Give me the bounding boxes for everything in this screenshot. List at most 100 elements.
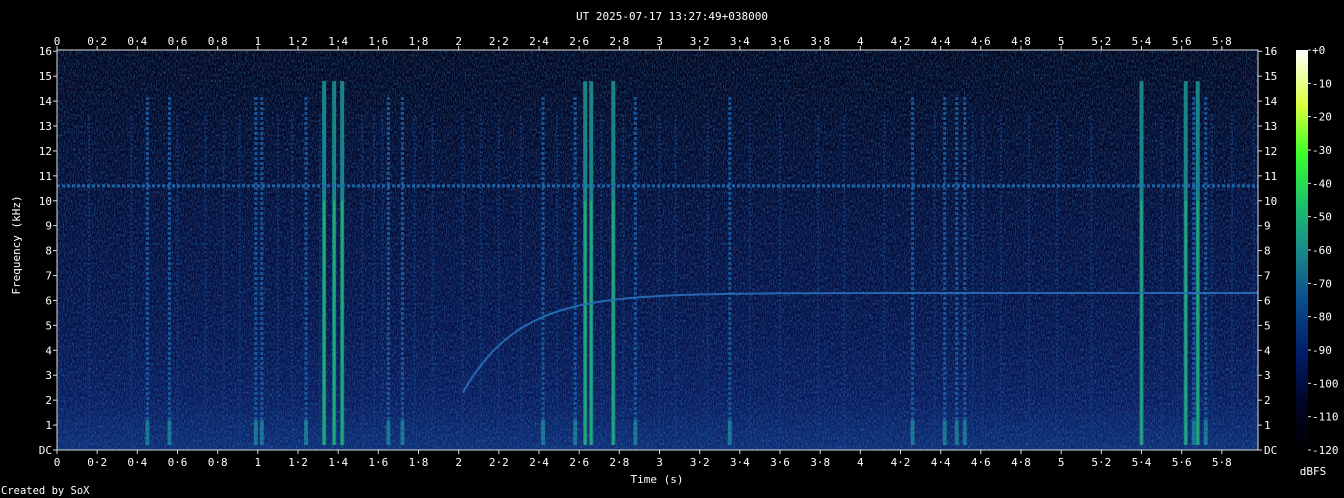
x-tick-label-bottom: 1·6: [368, 456, 388, 469]
colorbar-tick-label: -80: [1312, 311, 1332, 324]
colorbar-tick-label: -10: [1312, 77, 1332, 90]
x-tick-label-bottom: 4·8: [1011, 456, 1031, 469]
colorbar-tick-label: -70: [1312, 277, 1332, 290]
x-tick-label-bottom: 3·2: [690, 456, 710, 469]
colorbar: [1296, 50, 1308, 450]
colorbar-ticks: +0 -10 -20 -30 -40 -50 -60 -70 -80 -90 -100 -110 -12…: [1308, 44, 1339, 457]
y-tick-label-left: 12: [39, 145, 52, 158]
y-tick-label-right: 7: [1264, 270, 1271, 283]
x-tick-label-bottom: 2·6: [569, 456, 589, 469]
y-tick-label-right: DC: [1264, 444, 1277, 457]
x-tick-label-bottom: 0·8: [208, 456, 228, 469]
x-tick-label-bottom: 1·8: [409, 456, 429, 469]
x-tick-label-top: 1·8: [409, 35, 429, 48]
x-tick-label-top: 5·8: [1212, 35, 1232, 48]
x-tick-label-bottom: 5·8: [1212, 456, 1232, 469]
y-tick-label-left: 2: [45, 394, 52, 407]
y-tick-label-left: 3: [45, 369, 52, 382]
y-tick-label-left: 15: [39, 70, 52, 83]
x-tick-label-top: 4: [857, 35, 864, 48]
colorbar-tick-label: -120: [1312, 444, 1339, 457]
y-tick-label-left: 13: [39, 120, 52, 133]
y-tick-label-right: 10: [1264, 195, 1277, 208]
y-tick-label-right: 6: [1264, 294, 1271, 307]
x-tick-label-top: 4·6: [971, 35, 991, 48]
x-tick-label-top: 3·4: [730, 35, 750, 48]
x-tick-label-top: 3: [656, 35, 663, 48]
x-tick-label-bottom: 5: [1058, 456, 1065, 469]
y-tick-label-right: 9: [1264, 220, 1271, 233]
x-tick-label-bottom: 0: [54, 456, 61, 469]
x-tick-label-bottom: 5·2: [1091, 456, 1111, 469]
x-tick-label-bottom: 2·4: [529, 456, 549, 469]
colorbar-label: dBFS: [1300, 465, 1327, 478]
y-tick-label-left: 5: [45, 319, 52, 332]
y-axis-right: DC12345678910111213141516: [1258, 45, 1278, 457]
colorbar-tick-label: -40: [1312, 177, 1332, 190]
x-tick-label-top: 2·8: [609, 35, 629, 48]
y-tick-label-right: 8: [1264, 245, 1271, 258]
y-tick-label-left: 11: [39, 170, 52, 183]
y-axis-left: DC12345678910111213141516: [39, 45, 57, 457]
colorbar-tick-label: -110: [1312, 411, 1339, 424]
y-tick-label-right: 11: [1264, 170, 1277, 183]
y-tick-label-right: 4: [1264, 344, 1271, 357]
x-axis-label: Time (s): [631, 473, 684, 486]
colorbar-tick-label: +0: [1312, 44, 1325, 57]
x-tick-label-bottom: 2: [455, 456, 462, 469]
y-tick-label-right: 1: [1264, 419, 1271, 432]
y-tick-label-left: 1: [45, 419, 52, 432]
colorbar-tick-label: -50: [1312, 211, 1332, 224]
x-tick-label-bottom: 3·4: [730, 456, 750, 469]
x-tick-label-bottom: 0·4: [127, 456, 147, 469]
x-tick-label-bottom: 4·2: [891, 456, 911, 469]
y-tick-label-right: 14: [1264, 95, 1278, 108]
y-tick-label-left: 10: [39, 195, 52, 208]
plot-area: [57, 50, 1258, 450]
y-tick-label-right: 3: [1264, 369, 1271, 382]
plot-noise: [57, 50, 1258, 450]
y-axis-label: Frequency (kHz): [10, 195, 23, 294]
x-tick-label-bottom: 0·2: [87, 456, 107, 469]
x-tick-label-bottom: 4·4: [931, 456, 951, 469]
x-tick-label-top: 1·6: [368, 35, 388, 48]
x-tick-label-bottom: 3: [656, 456, 663, 469]
spectrogram-chart: UT 2025-07-17 13:27:49+038000 0 0·2 0·4 0·6…: [1, 10, 1339, 497]
x-tick-label-top: 4·2: [891, 35, 911, 48]
x-tick-label-bottom: 1·2: [288, 456, 308, 469]
x-tick-label-bottom: 1·4: [328, 456, 348, 469]
chart-title: UT 2025-07-17 13:27:49+038000: [576, 10, 768, 23]
x-tick-label-top: 3·8: [810, 35, 830, 48]
x-tick-label-bottom: 4·6: [971, 456, 991, 469]
x-tick-label-top: 1·2: [288, 35, 308, 48]
colorbar-tick-label: -30: [1312, 144, 1332, 157]
x-tick-label-top: 1·4: [328, 35, 348, 48]
y-tick-label-left: DC: [39, 444, 52, 457]
x-tick-label-top: 1: [255, 35, 262, 48]
x-tick-label-bottom: 5·6: [1172, 456, 1192, 469]
x-tick-label-top: 0·6: [168, 35, 188, 48]
x-tick-label-bottom: 3·8: [810, 456, 830, 469]
colorbar-tick-label: -100: [1312, 377, 1339, 390]
x-tick-label-bottom: 1: [255, 456, 262, 469]
credit-text: Created by SoX: [1, 485, 90, 497]
x-tick-label-top: 5·2: [1091, 35, 1111, 48]
y-tick-label-right: 12: [1264, 145, 1277, 158]
x-tick-label-bottom: 0·6: [168, 456, 188, 469]
x-tick-label-bottom: 5·4: [1132, 456, 1152, 469]
y-tick-label-left: 16: [39, 45, 52, 58]
x-tick-label-top: 2·4: [529, 35, 549, 48]
x-tick-label-top: 4·8: [1011, 35, 1031, 48]
x-axis-bottom: 0 0·2 0·4 0·6 0·8 1 1·2 1·4 1·6 1·8 2 2·2 2·4 2·6 2·8 3…: [54, 450, 1232, 469]
x-tick-label-top: 5·6: [1172, 35, 1192, 48]
x-tick-label-top: 3·6: [770, 35, 790, 48]
x-tick-label-bottom: 4: [857, 456, 864, 469]
x-axis-top: 0 0·2 0·4 0·6 0·8 1 1·2 1·4 1·6 1·8 2 2·2 2·4 2·6 2·8 3…: [54, 35, 1232, 50]
x-tick-label-top: 0·2: [87, 35, 107, 48]
x-tick-label-top: 2·6: [569, 35, 589, 48]
y-tick-label-left: 4: [45, 344, 52, 357]
y-tick-label-left: 9: [45, 220, 52, 233]
y-tick-label-right: 13: [1264, 120, 1277, 133]
y-tick-label-right: 2: [1264, 394, 1271, 407]
x-tick-label-top: 2: [455, 35, 462, 48]
